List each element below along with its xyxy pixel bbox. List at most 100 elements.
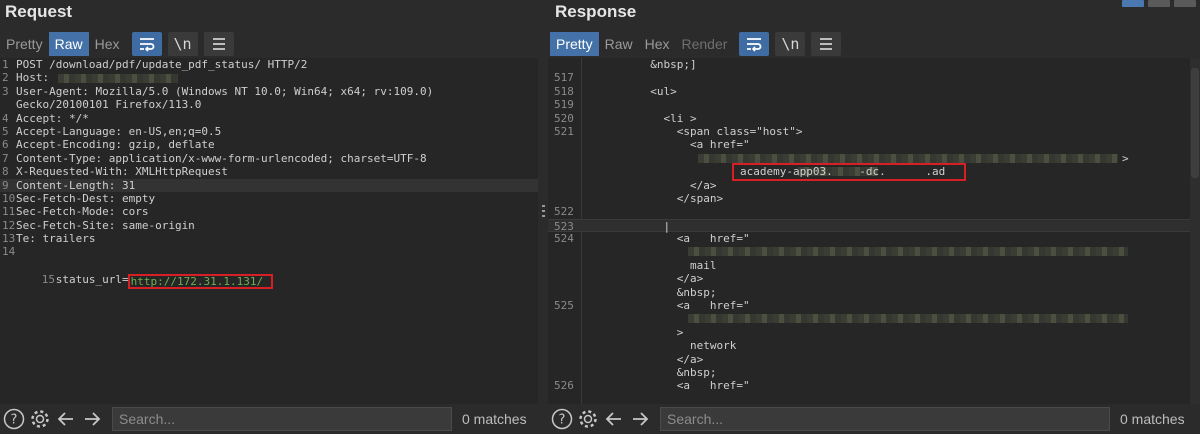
response-editor[interactable]: &nbsp;] 517 518 <ul> 519 520 <li >521 <span …: [548, 58, 1200, 404]
redacted-host: [57, 73, 178, 83]
response-line: </a>: [548, 353, 1200, 366]
previous-match-button[interactable]: [602, 407, 626, 431]
svg-text:?: ?: [559, 413, 566, 428]
request-search-input[interactable]: [113, 411, 451, 427]
response-line-text: mail: [584, 258, 717, 272]
line-number: 2: [2, 71, 9, 85]
line-number: 7: [2, 151, 9, 165]
request-pane: Request Pretty Raw Hex \n 1 POST /downloa…: [0, 0, 538, 434]
layout-toggles: [1122, 0, 1196, 7]
response-line: mail: [548, 259, 1200, 272]
previous-match-button[interactable]: [54, 407, 78, 431]
wrap-lines-icon: [139, 38, 154, 52]
response-line: 522: [548, 205, 1200, 218]
request-editor[interactable]: 1 POST /download/pdf/update_pdf_status/ H…: [0, 58, 538, 404]
response-line: &nbsp;: [548, 366, 1200, 379]
layout-side-by-side-button[interactable]: [1122, 0, 1144, 7]
line-number: 520: [554, 111, 574, 125]
help-button[interactable]: ?: [550, 407, 574, 431]
request-tab-raw[interactable]: Raw: [48, 32, 89, 56]
request-line: 10Sec-Fetch-Dest: empty: [0, 192, 538, 205]
drag-handle-icon: [542, 205, 545, 217]
response-scrollbar[interactable]: [1190, 58, 1200, 404]
response-show-newlines-button[interactable]: \n: [775, 32, 806, 56]
line-number: 522: [554, 205, 574, 219]
line-number: 524: [554, 232, 574, 246]
line-number: 1: [2, 58, 9, 71]
response-line: [548, 312, 1200, 325]
response-line: </span>: [548, 192, 1200, 205]
request-line: 2 Host:: [0, 71, 538, 84]
request-line: 13Te: trailers: [0, 232, 538, 245]
line-number: 3: [2, 84, 9, 98]
gear-icon: [31, 410, 49, 428]
request-search-field[interactable]: [112, 407, 452, 431]
request-line: 5 Accept-Language: en-US,en;q=0.5: [0, 125, 538, 138]
response-line: academy-app03. -dc. .ad: [548, 163, 1200, 182]
request-line-text: User-Agent: Mozilla/5.0 (Windows NT 10.0…: [16, 84, 434, 98]
response-line-text: &nbsp;: [584, 285, 717, 299]
request-line-text: Accept: */*: [16, 111, 89, 125]
request-tab-pretty[interactable]: Pretty: [0, 32, 49, 56]
response-tab-raw[interactable]: Raw: [599, 32, 639, 56]
response-match-count: 0 matches: [1120, 411, 1185, 427]
layout-tabs-button[interactable]: [1174, 0, 1196, 7]
response-view-tabs: Pretty Raw Hex Render \n: [550, 31, 1200, 57]
line-number: 8: [2, 165, 9, 179]
svg-text:?: ?: [11, 413, 18, 428]
line-number: 526: [554, 379, 574, 393]
response-line: 525 <a href=": [548, 299, 1200, 312]
request-wrap-lines-button[interactable]: [131, 32, 162, 56]
response-search-input[interactable]: [661, 411, 1109, 427]
settings-button[interactable]: [28, 407, 52, 431]
response-tab-hex[interactable]: Hex: [639, 32, 676, 56]
gear-icon: [579, 410, 597, 428]
request-line: 1 POST /download/pdf/update_pdf_status/ H…: [0, 58, 538, 71]
request-line-text: Sec-Fetch-Mode: cors: [16, 205, 149, 219]
response-tab-pretty[interactable]: Pretty: [550, 32, 599, 56]
line-number: 521: [554, 124, 574, 138]
response-line-text: &nbsp;: [584, 365, 717, 379]
request-line-text: Content-Type: application/x-www-form-url…: [16, 151, 427, 165]
line-number: 11: [2, 205, 16, 219]
request-tab-hex[interactable]: Hex: [89, 32, 126, 56]
line-number: 9: [2, 178, 9, 192]
response-line-text: </a>: [584, 352, 704, 366]
newline-icon: \n: [173, 35, 192, 53]
request-line-text: Accept-Encoding: gzip, deflate: [16, 138, 215, 152]
layout-stacked-button[interactable]: [1148, 0, 1170, 7]
request-line-text: Sec-Fetch-Site: same-origin: [16, 218, 195, 232]
scrollbar-thumb[interactable]: [1191, 68, 1199, 178]
line-number: 519: [554, 98, 574, 112]
response-line: 523 |: [548, 218, 1200, 233]
response-line-text: network: [584, 339, 737, 353]
response-line: </a>: [548, 179, 1200, 192]
hamburger-menu-icon: [212, 38, 225, 50]
next-match-button[interactable]: [80, 407, 104, 431]
help-button[interactable]: ?: [2, 407, 26, 431]
request-line: 8 X-Requested-With: XMLHttpRequest: [0, 165, 538, 178]
next-match-button[interactable]: [628, 407, 652, 431]
response-search-bar: ? 0 matches: [548, 404, 1200, 434]
response-line: &nbsp;]: [548, 58, 1200, 71]
response-menu-button[interactable]: [811, 32, 842, 56]
request-show-newlines-button[interactable]: \n: [167, 32, 198, 56]
response-wrap-lines-button[interactable]: [739, 32, 770, 56]
line-number: 4: [2, 111, 9, 125]
body-param-key: status_url=: [55, 273, 129, 287]
help-icon: ?: [551, 408, 573, 430]
pane-splitter[interactable]: [538, 0, 548, 434]
request-menu-button[interactable]: [203, 32, 234, 56]
response-line: <a href=": [548, 138, 1200, 151]
line-number: 15: [41, 273, 55, 287]
response-search-field[interactable]: [660, 407, 1110, 431]
request-view-tabs: Pretty Raw Hex \n: [0, 31, 538, 57]
settings-button[interactable]: [576, 407, 600, 431]
request-line-text: Content-Length: 31: [16, 178, 136, 192]
response-line: &nbsp;: [548, 286, 1200, 299]
response-line-text: </a>: [584, 178, 717, 192]
line-number: 14: [2, 245, 16, 259]
response-tab-render[interactable]: Render: [676, 32, 734, 56]
response-line: >: [548, 326, 1200, 339]
request-line-text: Host:: [16, 71, 56, 85]
